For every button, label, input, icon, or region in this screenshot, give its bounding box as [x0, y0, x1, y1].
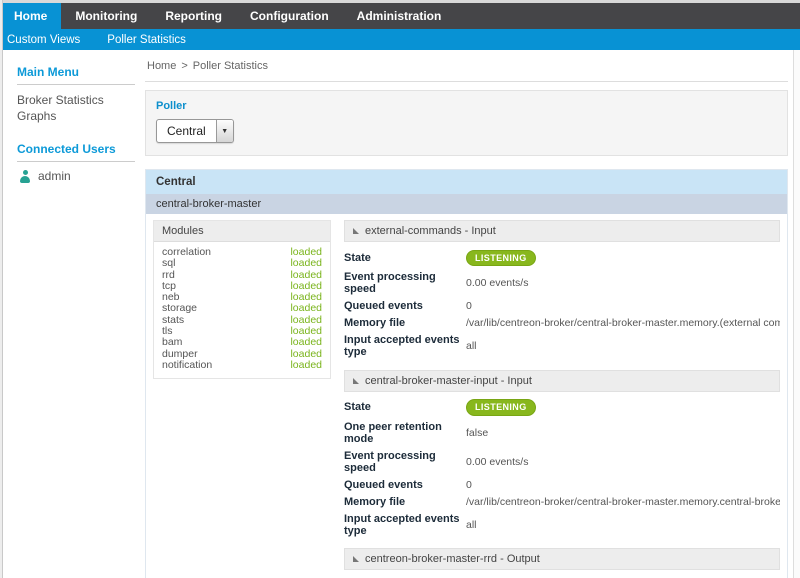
user-name: admin	[38, 169, 71, 183]
stat-value: 0	[466, 479, 780, 491]
section-centreon-broker-master-rrd-output: centreon-broker-master-rrd - Output State…	[344, 548, 780, 578]
stat-value: all	[466, 340, 780, 352]
connected-users-title: Connected Users	[17, 142, 145, 156]
top-navigation: HomeMonitoringReportingConfigurationAdmi…	[0, 3, 800, 29]
subnav-item-poller-statistics[interactable]: Poller Statistics	[107, 34, 186, 46]
tab-monitoring[interactable]: Monitoring	[61, 3, 151, 29]
subnav-item-custom-views[interactable]: Custom Views	[7, 34, 80, 46]
window-left-edge	[0, 0, 3, 578]
module-name: sql	[162, 258, 175, 269]
section-rows: StateLISTENINGEvent processing speed0.00…	[344, 242, 780, 365]
collapse-icon	[353, 556, 359, 562]
stat-label: Input accepted events type	[344, 334, 466, 358]
section-external-commands-input: external-commands - InputStateLISTENINGE…	[344, 220, 780, 365]
stat-label: Memory file	[344, 496, 466, 508]
stat-row: Input accepted events typeall	[344, 510, 780, 539]
breadcrumb: Home > Poller Statistics	[145, 56, 788, 82]
broker-stats-panel: Central central-broker-master Modules co…	[145, 169, 788, 578]
stat-label: Input accepted events type	[344, 513, 466, 537]
section-header[interactable]: central-broker-master-input - Input	[344, 370, 780, 392]
stat-value: false	[466, 427, 780, 439]
main-content: Home>Poller Statistics Poller Central ▼ …	[145, 50, 800, 578]
stat-row: StateLISTENING	[344, 397, 780, 419]
stat-row: Input accepted events typeall	[344, 332, 780, 361]
endpoint-sections: external-commands - InputStateLISTENINGE…	[344, 220, 780, 578]
section-title: centreon-broker-master-rrd - Output	[365, 553, 540, 565]
poller-select[interactable]: Central ▼	[156, 119, 234, 143]
stat-label: One peer retention mode	[344, 421, 466, 445]
stat-label: Event processing speed	[344, 271, 466, 295]
stat-value: LISTENING	[466, 250, 780, 267]
poller-label: Poller	[156, 100, 777, 112]
divider	[17, 84, 135, 85]
section-central-broker-master-input-input: central-broker-master-input - Input State…	[344, 370, 780, 544]
modules-header: Modules	[154, 221, 330, 242]
panel-subtitle: central-broker-master	[146, 194, 787, 214]
module-row: notification loaded	[154, 360, 330, 371]
tab-reporting[interactable]: Reporting	[151, 3, 236, 29]
chevron-down-icon: ▼	[216, 120, 233, 142]
stat-row: Queued events0	[344, 298, 780, 315]
stat-value: all	[466, 519, 780, 531]
section-title: central-broker-master-input - Input	[365, 375, 532, 387]
stat-label: Memory file	[344, 317, 466, 329]
panel-title: Central	[146, 170, 787, 194]
module-name: bam	[162, 337, 182, 348]
collapse-icon	[353, 378, 359, 384]
tab-home[interactable]: Home	[0, 3, 61, 29]
status-badge: LISTENING	[466, 399, 536, 416]
stat-value: 0	[466, 300, 780, 312]
section-header[interactable]: external-commands - Input	[344, 220, 780, 242]
stat-row: Event processing speed0.00 events/s	[344, 269, 780, 298]
stat-label: State	[344, 252, 466, 264]
section-rows: StateCONNECTEDStatusreading event from m…	[344, 570, 780, 578]
sub-navigation: Custom Views Poller Statistics	[0, 29, 800, 50]
stat-value: LISTENING	[466, 399, 780, 416]
user-icon	[19, 170, 31, 183]
stat-row: Memory file/var/lib/centreon-broker/cent…	[344, 493, 780, 510]
sidebar-item-graphs[interactable]: Graphs	[17, 108, 145, 124]
stat-label: State	[344, 401, 466, 413]
stat-value: /var/lib/centreon-broker/central-broker-…	[466, 317, 780, 329]
module-status: loaded	[290, 337, 322, 348]
stat-row: Event processing speed0.00 events/s	[344, 447, 780, 476]
main-menu-title: Main Menu	[17, 65, 145, 79]
stat-label: Event processing speed	[344, 450, 466, 474]
poller-select-value: Central	[157, 120, 216, 142]
module-status: loaded	[290, 360, 322, 371]
tab-administration[interactable]: Administration	[343, 3, 456, 29]
stat-row: StateLISTENING	[344, 247, 780, 269]
vertical-scrollbar[interactable]	[793, 50, 800, 578]
stat-value: 0.00 events/s	[466, 456, 780, 468]
breadcrumb-home[interactable]: Home	[147, 60, 176, 72]
sidebar-item-broker-statistics[interactable]: Broker Statistics	[17, 92, 145, 108]
poller-filter-panel: Poller Central ▼	[145, 90, 788, 156]
section-title: external-commands - Input	[365, 225, 496, 237]
divider	[17, 161, 135, 162]
stat-row: Memory file/var/lib/centreon-broker/cent…	[344, 315, 780, 332]
collapse-icon	[353, 228, 359, 234]
sidebar: Main Menu Broker StatisticsGraphs Connec…	[0, 50, 145, 578]
module-status: loaded	[290, 258, 322, 269]
stat-label: Queued events	[344, 479, 466, 491]
stat-value: 0.00 events/s	[466, 277, 780, 289]
tab-configuration[interactable]: Configuration	[236, 3, 343, 29]
connected-user-row: admin	[17, 169, 145, 183]
stat-label: Queued events	[344, 300, 466, 312]
breadcrumb-separator: >	[181, 60, 187, 72]
stat-row: One peer retention modefalse	[344, 418, 780, 447]
module-row: sql loaded	[154, 258, 330, 269]
stat-value: /var/lib/centreon-broker/central-broker-…	[466, 496, 780, 508]
stat-row: Queued events0	[344, 476, 780, 493]
module-row: bam loaded	[154, 337, 330, 348]
modules-box: Modules correlationloadedsqlloadedrrdloa…	[153, 220, 331, 379]
section-rows: StateLISTENINGOne peer retention modefal…	[344, 392, 780, 544]
section-header[interactable]: centreon-broker-master-rrd - Output	[344, 548, 780, 570]
module-name: notification	[162, 360, 212, 371]
status-badge: LISTENING	[466, 250, 536, 267]
breadcrumb-current[interactable]: Poller Statistics	[193, 60, 268, 72]
